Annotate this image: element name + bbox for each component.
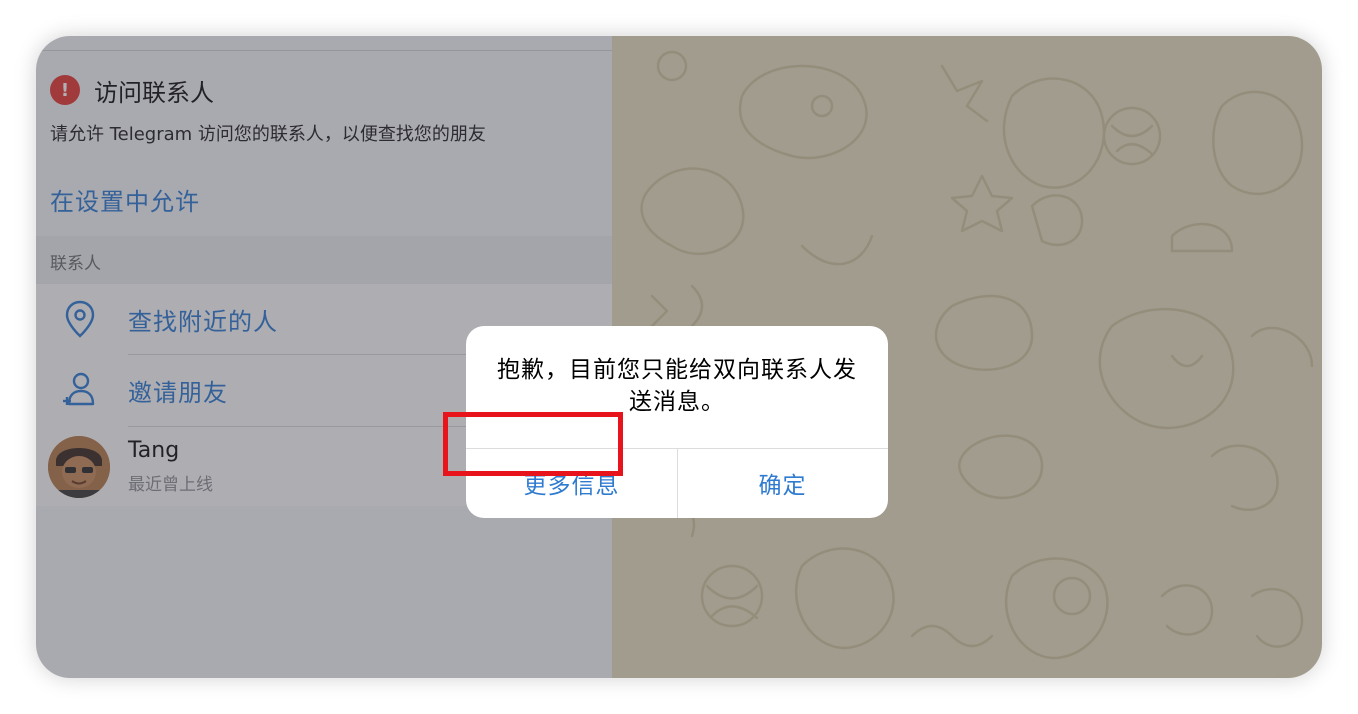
app-window: ! 访问联系人 请允许 Telegram 访问您的联系人，以便查找您的朋友 在设… (36, 36, 1322, 678)
ok-button[interactable]: 确定 (677, 448, 888, 518)
alert-message: 抱歉，目前您只能给双向联系人发送消息。 (497, 357, 857, 415)
highlight-box (443, 412, 623, 476)
